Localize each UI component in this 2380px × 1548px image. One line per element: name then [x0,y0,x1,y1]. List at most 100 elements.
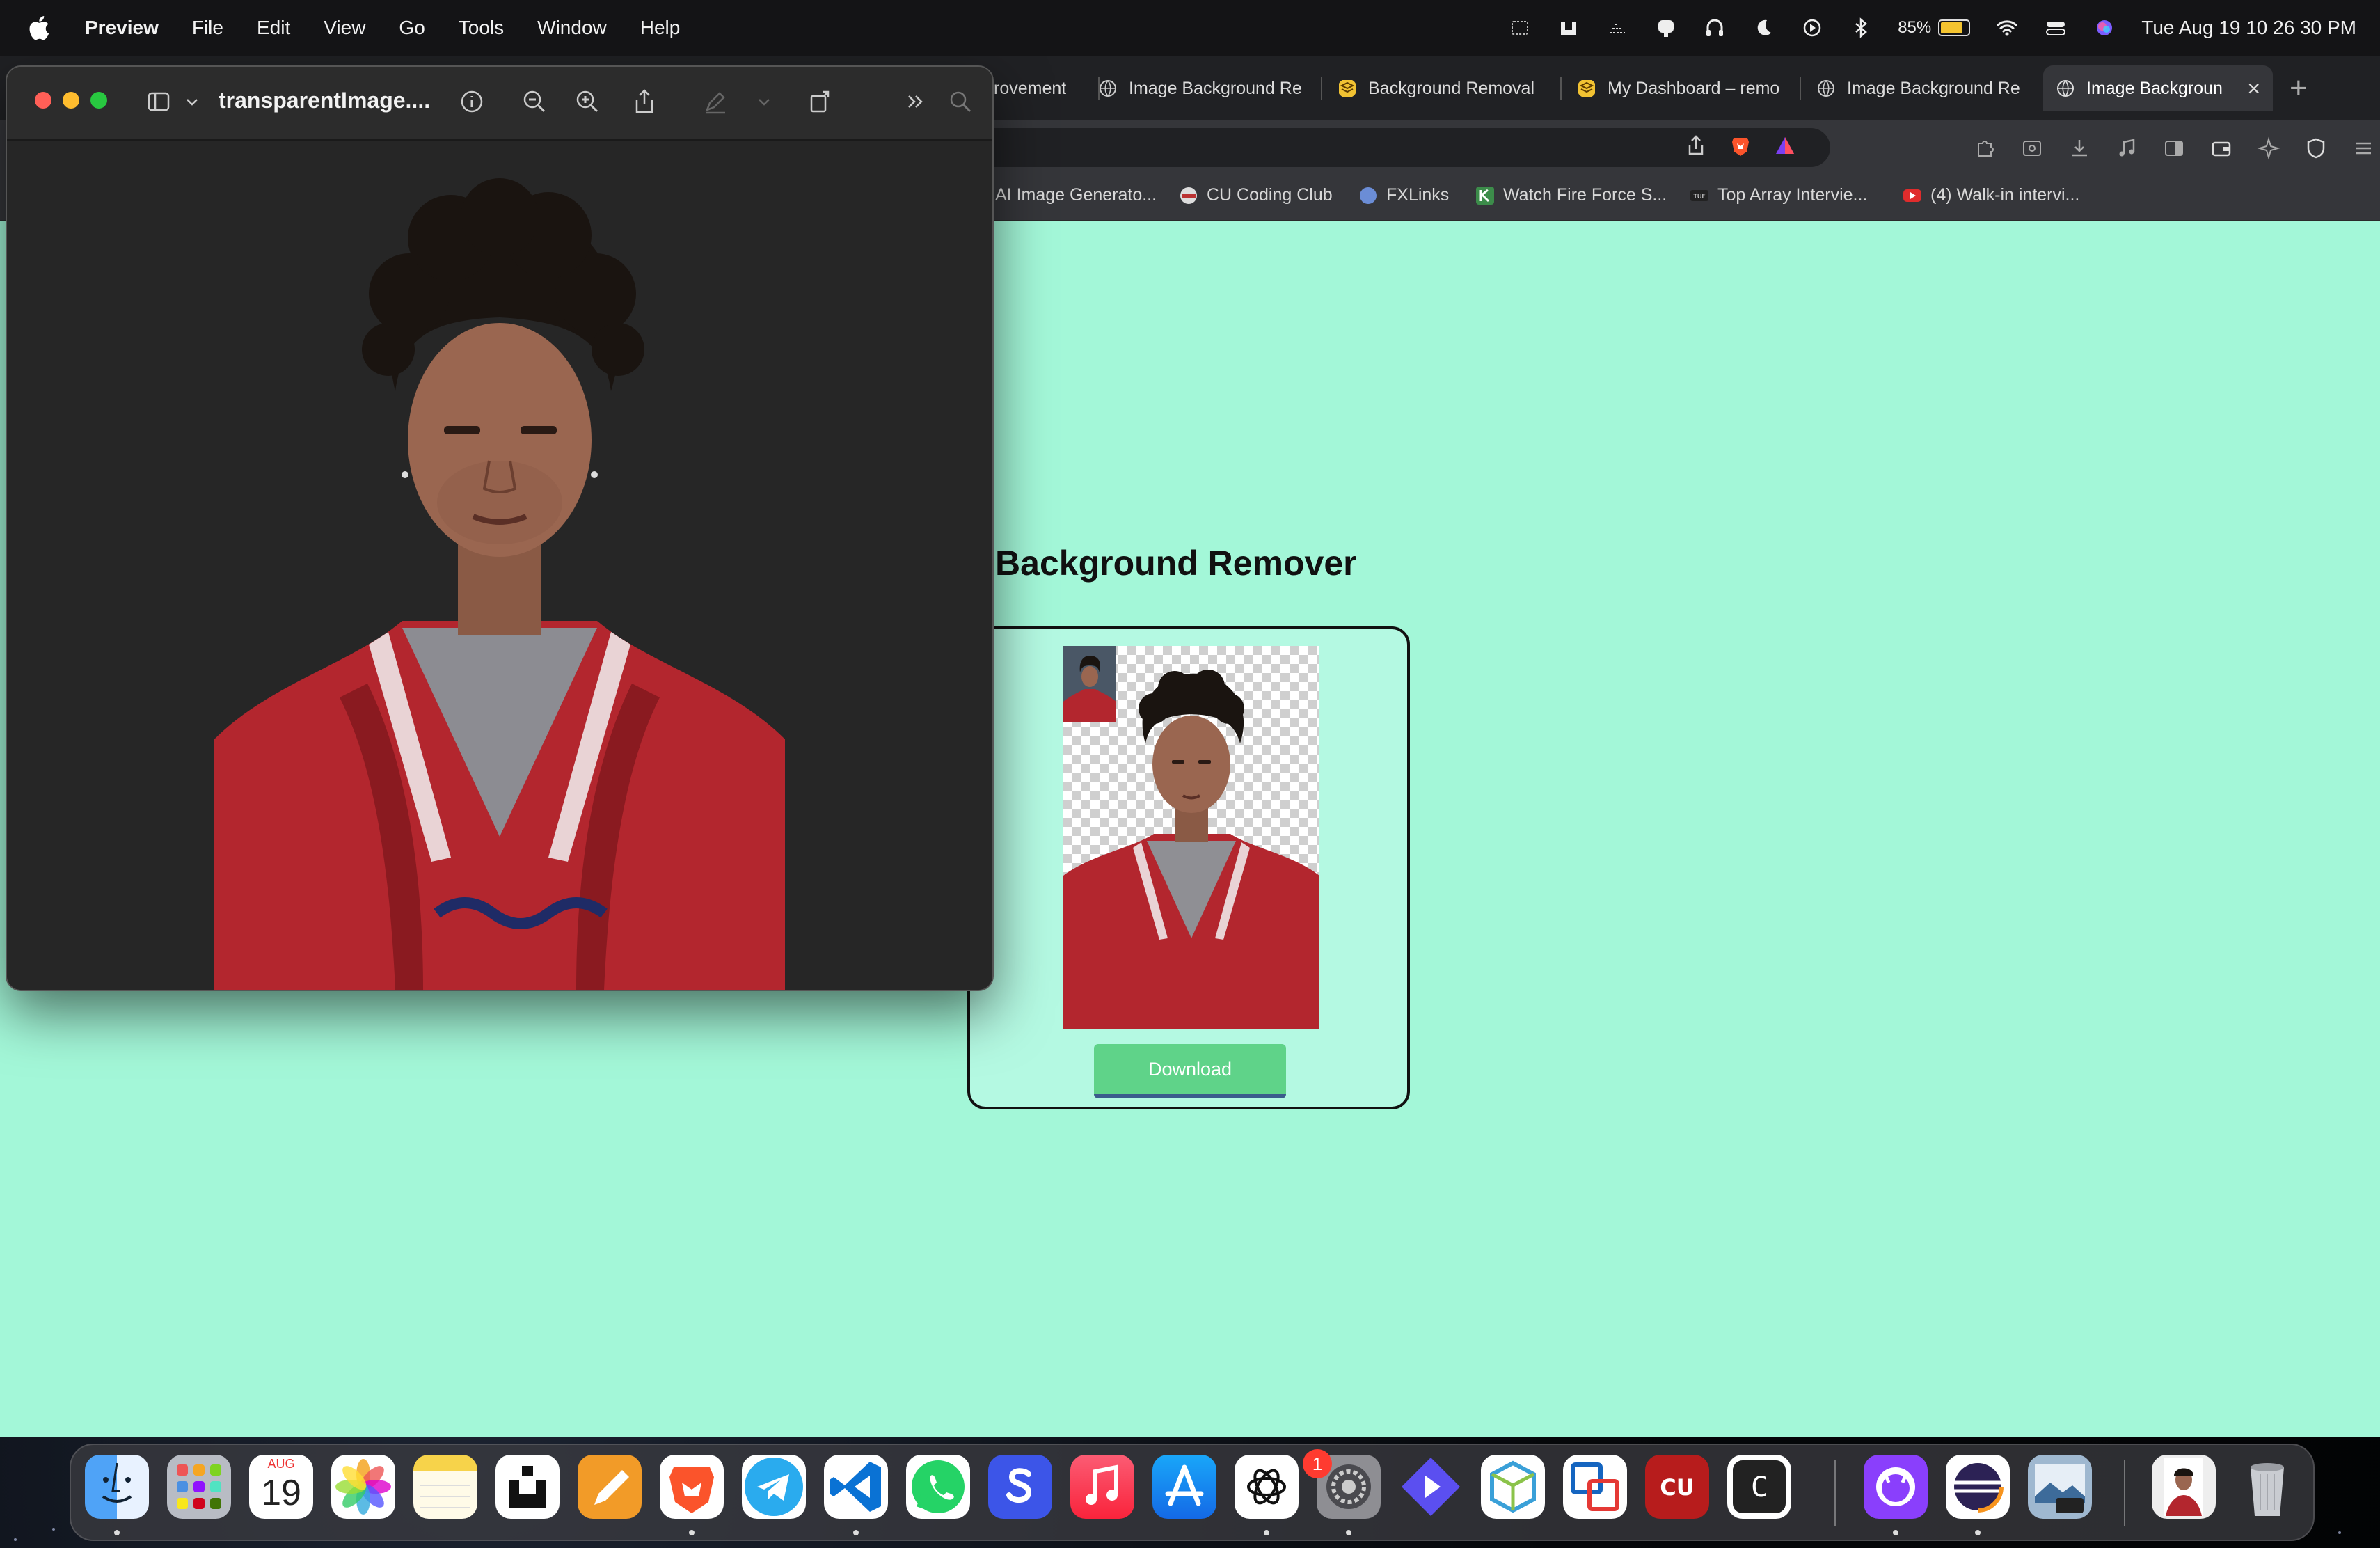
menu-hamburger-icon[interactable] [2351,136,2375,160]
photo-doc-icon[interactable] [2028,1455,2092,1519]
share-icon[interactable] [630,88,658,116]
k-icon [1476,186,1494,205]
download-button[interactable]: Download [1094,1044,1286,1098]
linear-icon[interactable] [1399,1455,1463,1519]
bookmark-cu-coding-club[interactable]: CU Coding Club [1179,185,1333,205]
zoom-out-icon[interactable] [521,88,548,116]
document-title[interactable]: transparentImage.... [219,88,430,113]
stack-icon [1339,80,1356,97]
zoom-in-icon[interactable] [573,88,601,116]
focus-moon-icon[interactable] [1752,16,1775,40]
menu-help[interactable]: Help [640,17,681,39]
tab-3[interactable]: Background Removal [1325,65,1562,111]
tab-4[interactable]: My Dashboard – remo [1564,65,1801,111]
tab-5[interactable]: Image Background Re [1804,65,2040,111]
rotate-icon[interactable] [807,88,835,116]
eclipse-icon[interactable] [1946,1455,2010,1519]
notes-icon[interactable] [413,1455,477,1519]
tab-label: rovement [994,78,1067,98]
markup-chevron-icon[interactable] [756,88,772,116]
siri-icon[interactable] [2093,16,2116,40]
extensions-icon[interactable] [1973,136,1997,160]
info-icon[interactable] [458,88,486,116]
vpn-icon[interactable] [2304,136,2328,160]
unstop-icon[interactable] [495,1455,560,1519]
calendar-icon[interactable]: AUG 19 [249,1455,313,1519]
markup-pen-icon[interactable] [701,88,729,116]
new-tab-button[interactable]: + [2290,71,2308,106]
svg-text:C: C [1751,1471,1768,1503]
minimize-window-button[interactable] [63,92,79,109]
unstop-status-icon[interactable] [1557,16,1580,40]
calendar-month: AUG [249,1455,313,1471]
leo-ai-icon[interactable] [2257,136,2280,160]
s-app-icon[interactable] [988,1455,1052,1519]
club-icon [1180,187,1197,204]
menu-file[interactable]: File [192,17,223,39]
share-icon[interactable] [1684,134,1708,157]
svg-text:TUF: TUF [1692,194,1705,200]
bluetooth-icon[interactable] [1849,16,1873,40]
more-toolbar-icon[interactable] [902,88,930,116]
sidebar-toggle-icon[interactable] [146,88,174,116]
bookmark-fxlinks[interactable]: FXLinks [1358,185,1449,205]
menubar-clock[interactable]: Tue Aug 19 10 26 30 PM [2141,17,2356,39]
bookmark-fire-force[interactable]: Watch Fire Force S... [1475,185,1667,205]
tab-active[interactable]: Image Backgroun × [2043,65,2273,111]
menu-view[interactable]: View [324,17,365,39]
screenshot-icon[interactable] [2020,136,2044,160]
wifi-icon[interactable] [1995,16,2019,40]
media-icon[interactable] [2115,136,2139,160]
menu-tools[interactable]: Tools [459,17,504,39]
bookmark-label: CU Coding Club [1207,185,1333,205]
preview-doc-icon[interactable] [2152,1455,2216,1519]
now-playing-icon[interactable] [1800,16,1824,40]
tab-close-icon[interactable]: × [2247,76,2260,102]
close-window-button[interactable] [35,92,51,109]
finder-icon[interactable] [85,1455,149,1519]
battery-indicator[interactable]: 85% [1898,18,1971,38]
tab-2[interactable]: Image Background Re [1086,65,1322,111]
vscode-icon[interactable] [824,1455,888,1519]
cu-icon[interactable]: CU [1645,1455,1709,1519]
brave-icon[interactable] [660,1455,724,1519]
chevron-down-icon[interactable] [184,88,200,116]
search-icon[interactable] [946,88,974,116]
tab-1[interactable]: rovement [981,65,1100,111]
menu-edit[interactable]: Edit [257,17,290,39]
telegram-icon[interactable] [742,1455,806,1519]
chatgpt-icon[interactable] [1235,1455,1299,1519]
bookmark-walk-in[interactable]: (4) Walk-in intervi... [1903,185,2079,205]
zoom-window-button[interactable] [90,92,107,109]
downloads-icon[interactable] [2068,136,2091,160]
whatsapp-icon[interactable] [906,1455,970,1519]
pages-icon[interactable] [578,1455,642,1519]
brave-shields-icon[interactable] [1729,134,1752,157]
vm-icon[interactable] [1563,1455,1627,1519]
launchpad-icon[interactable] [167,1455,231,1519]
music-icon[interactable] [1070,1455,1134,1519]
menu-window[interactable]: Window [537,17,607,39]
control-center-icon[interactable] [2044,16,2068,40]
headphones-icon[interactable] [1703,16,1727,40]
bookmark-ai-image[interactable]: AI Image Generato... [995,185,1157,205]
battery-percent: 85% [1898,18,1932,37]
photos-icon[interactable] [331,1455,395,1519]
appstore-icon[interactable] [1152,1455,1216,1519]
trash-icon[interactable] [2235,1455,2299,1519]
c-icon[interactable]: C [1727,1455,1791,1519]
github-icon[interactable] [1864,1455,1928,1519]
apple-logo-icon[interactable] [26,14,50,42]
stage-manager-icon[interactable] [1508,16,1532,40]
cube-icon[interactable] [1481,1455,1545,1519]
menu-go[interactable]: Go [399,17,425,39]
chat-status-icon[interactable] [1654,16,1678,40]
bookmark-top-array[interactable]: TUF Top Array Intervie... [1690,185,1867,205]
brave-rewards-icon[interactable] [1773,134,1797,157]
tab-label: Image Background Re [1129,78,1302,98]
weather-icon[interactable] [1605,16,1629,40]
bookmark-label: AI Image Generato... [995,185,1157,205]
menu-app-name[interactable]: Preview [85,17,159,39]
sidebar-icon[interactable] [2162,136,2186,160]
wallet-icon[interactable] [2210,136,2233,160]
